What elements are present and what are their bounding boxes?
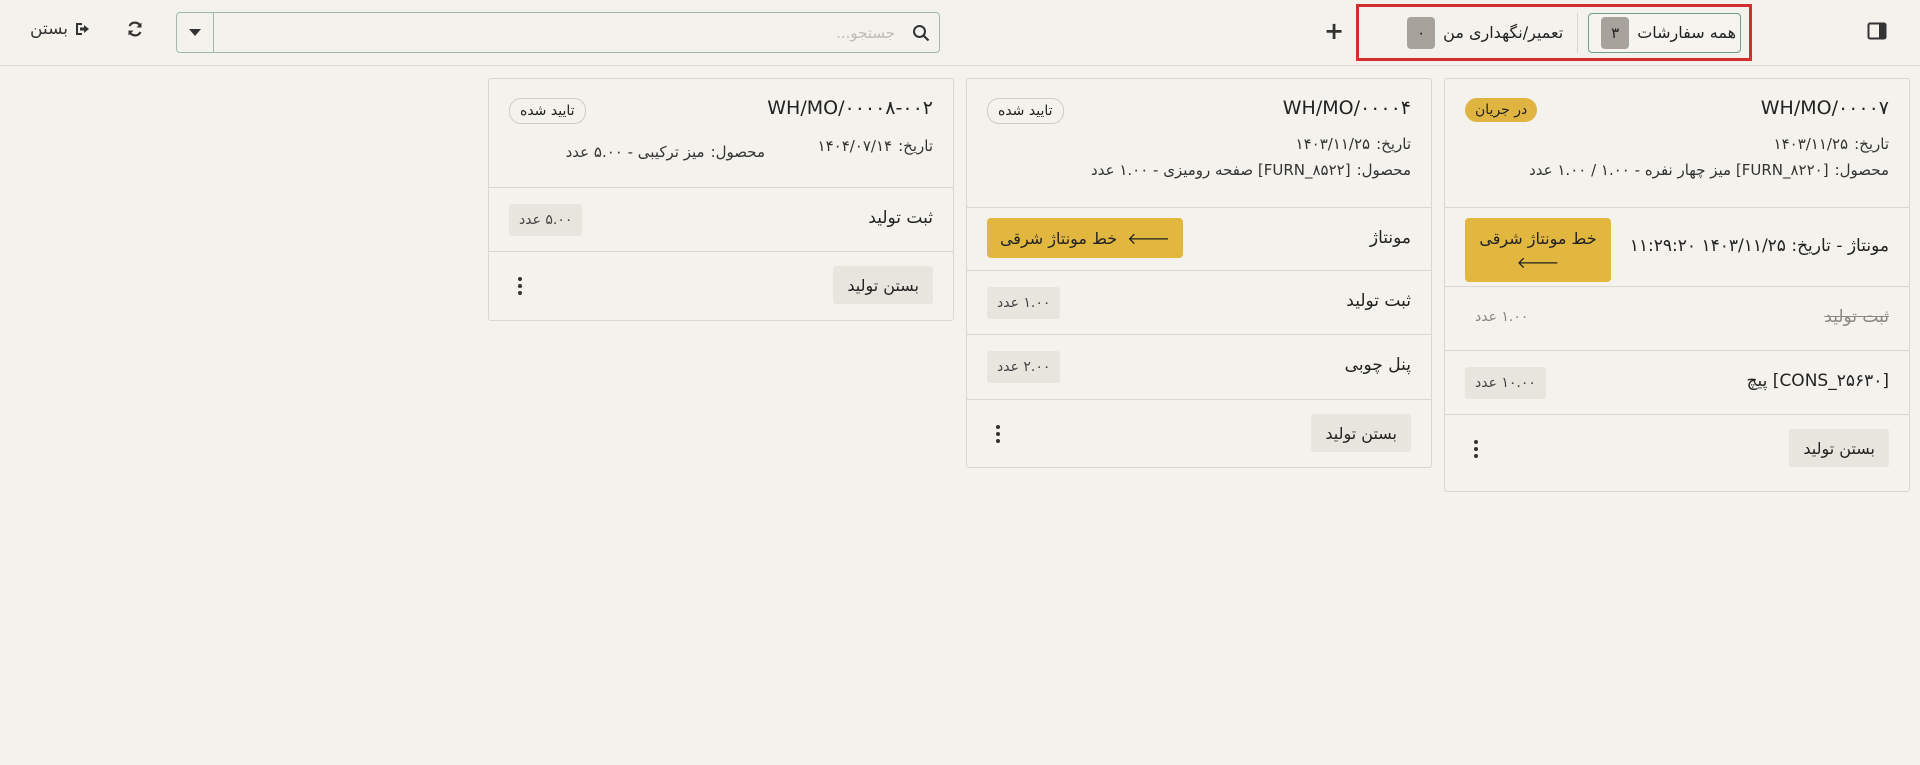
divider <box>1577 12 1579 53</box>
search-input[interactable] <box>214 13 903 52</box>
close-button[interactable]: بستن <box>30 16 94 42</box>
filter-label: همه سفارشات <box>1637 23 1736 42</box>
component-row[interactable]: ثبت تولید ۵.۰۰ عدد <box>489 188 953 252</box>
close-production-button[interactable]: بستن تولید <box>1311 414 1411 452</box>
status-badge: در جریان <box>1465 98 1538 122</box>
product-value: میز ترکیبی - ۵.۰۰ عدد <box>565 143 705 161</box>
product-line: محصول: میز ترکیبی - ۵.۰۰ عدد <box>566 143 765 161</box>
component-label: ثبت تولید <box>1346 291 1411 311</box>
operation-label: مونتاژ <box>1369 228 1411 248</box>
order-reference[interactable]: WH/MO/۰۰۰۰۴ <box>1283 97 1411 119</box>
sidebar-toggle-button[interactable] <box>1866 20 1888 42</box>
product-label: محصول: <box>710 143 765 161</box>
product-value: [FURN_۸۵۲۲] صفحه رومیزی - ۱.۰۰ عدد <box>1091 161 1351 179</box>
status-badge: تایید شده <box>509 98 586 124</box>
vertical-ellipsis-icon[interactable] <box>515 276 525 296</box>
close-production-button[interactable]: بستن تولید <box>833 266 933 304</box>
date-label: تاریخ: <box>1854 135 1889 153</box>
workcenter-label: خط مونتاژ شرقی <box>999 228 1118 248</box>
production-card: WH/MO/۰۰۰۰۴ تایید شده تاریخ: ۱۴۰۳/۱۱/۲۵ م… <box>966 78 1432 468</box>
card-header: WH/MO/۰۰۰۰۴ تایید شده تاریخ: ۱۴۰۳/۱۱/۲۵ م… <box>967 79 1431 208</box>
component-label: ثبت تولید <box>1824 307 1889 327</box>
card-footer: بستن تولید <box>967 400 1431 470</box>
order-reference[interactable]: WH/MO/۰۰۰۰۷ <box>1761 97 1889 119</box>
sign-out-icon <box>75 23 89 35</box>
date-value: ۱۴۰۴/۰۷/۱۴ <box>817 137 893 155</box>
component-qty: ۱۰.۰۰ عدد <box>1465 367 1546 399</box>
plus-icon: + <box>1323 17 1345 45</box>
top-bar: بستن + همه سفارشات ۳ تعمیر/ن <box>0 0 1920 66</box>
component-row[interactable]: پنل چوبی ۲.۰۰ عدد <box>967 335 1431 400</box>
product-value: [FURN_۸۲۲۰] میز چهار نفره - ۱.۰۰ / ۱.۰۰ … <box>1529 161 1829 179</box>
order-reference[interactable]: WH/MO/۰۰۰۰۸-۰۰۲ <box>767 97 933 119</box>
component-row[interactable]: ثبت تولید ۱.۰۰ عدد <box>967 271 1431 335</box>
product-line: محصول: [FURN_۸۲۲۰] میز چهار نفره - ۱.۰۰ /… <box>1529 161 1889 179</box>
date-value: ۱۴۰۳/۱۱/۲۵ <box>1295 135 1371 153</box>
component-qty: ۱.۰۰ عدد <box>1475 309 1529 325</box>
workcenter-label: خط مونتاژ شرقی <box>1479 228 1597 248</box>
close-production-button[interactable]: بستن تولید <box>1789 429 1889 467</box>
filter-my-maintenance[interactable]: تعمیر/نگهداری من ۰ <box>1397 13 1567 53</box>
production-card: WH/MO/۰۰۰۰۷ در جریان تاریخ: ۱۴۰۳/۱۱/۲۵ مح… <box>1444 78 1910 492</box>
date-line: تاریخ: ۱۴۰۳/۱۱/۲۵ <box>1296 135 1411 153</box>
card-header: WH/MO/۰۰۰۰۷ در جریان تاریخ: ۱۴۰۳/۱۱/۲۵ مح… <box>1445 79 1909 208</box>
filter-label: تعمیر/نگهداری من <box>1443 23 1564 42</box>
card-header: WH/MO/۰۰۰۰۸-۰۰۲ تایید شده تاریخ: ۱۴۰۴/۰۷/… <box>489 79 953 188</box>
workcenter-button[interactable]: 🡐 خط مونتاژ شرقی <box>987 218 1183 258</box>
close-label: بستن <box>30 19 68 39</box>
add-button[interactable]: + <box>1322 16 1346 46</box>
component-label: ثبت تولید <box>868 208 933 228</box>
workcenter-button[interactable]: خط مونتاژ شرقی 🡐 <box>1465 218 1611 282</box>
refresh-icon <box>128 21 142 37</box>
filter-all-orders[interactable]: همه سفارشات ۳ <box>1588 12 1741 53</box>
search-filter-dropdown[interactable] <box>177 13 214 52</box>
component-label: [CONS_۲۵۶۳۰] پیچ <box>1746 371 1889 391</box>
operation-label: مونتاژ - تاریخ: ۱۴۰۳/۱۱/۲۵ ۱۱:۲۹:۲۰ <box>1629 236 1889 256</box>
component-qty: ۵.۰۰ عدد <box>509 204 583 236</box>
filter-count: ۰ <box>1407 16 1436 49</box>
date-label: تاریخ: <box>898 137 933 155</box>
operation-row[interactable]: مونتاژ - تاریخ: ۱۴۰۳/۱۱/۲۵ ۱۱:۲۹:۲۰ خط م… <box>1445 208 1909 287</box>
component-qty: ۲.۰۰ عدد <box>987 351 1061 383</box>
search-icon <box>913 24 930 41</box>
component-row[interactable]: [CONS_۲۵۶۳۰] پیچ ۱۰.۰۰ عدد <box>1445 351 1909 415</box>
component-label: پنل چوبی <box>1344 355 1411 375</box>
vertical-ellipsis-icon[interactable] <box>1471 439 1481 459</box>
refresh-button[interactable] <box>124 16 146 42</box>
component-qty: ۱.۰۰ عدد <box>987 287 1061 319</box>
sidebar-toggle-icon <box>1867 22 1887 40</box>
date-line: تاریخ: ۱۴۰۴/۰۷/۱۴ <box>818 137 933 155</box>
date-label: تاریخ: <box>1376 135 1411 153</box>
product-label: محصول: <box>1356 161 1411 179</box>
arrow-left-icon: 🡐 <box>1516 252 1560 272</box>
vertical-ellipsis-icon[interactable] <box>993 424 1003 444</box>
product-line: محصول: [FURN_۸۵۲۲] صفحه رومیزی - ۱.۰۰ عدد <box>1091 161 1411 179</box>
card-footer: بستن تولید <box>489 252 953 322</box>
card-footer: بستن تولید <box>1445 415 1909 485</box>
search-button[interactable] <box>903 13 939 52</box>
arrow-left-icon: 🡐 <box>1127 229 1171 248</box>
caret-down-icon <box>189 28 201 36</box>
search-box <box>176 12 940 53</box>
date-line: تاریخ: ۱۴۰۳/۱۱/۲۵ <box>1774 135 1889 153</box>
component-row[interactable]: ثبت تولید ۱.۰۰ عدد <box>1445 287 1909 351</box>
filter-count: ۳ <box>1601 16 1630 49</box>
operation-row[interactable]: مونتاژ 🡐 خط مونتاژ شرقی <box>967 208 1431 271</box>
filter-group: همه سفارشات ۳ تعمیر/نگهداری من ۰ <box>1356 4 1752 61</box>
date-value: ۱۴۰۳/۱۱/۲۵ <box>1773 135 1849 153</box>
product-label: محصول: <box>1834 161 1889 179</box>
production-card: WH/MO/۰۰۰۰۸-۰۰۲ تایید شده تاریخ: ۱۴۰۴/۰۷/… <box>488 78 954 321</box>
status-badge: تایید شده <box>987 98 1064 124</box>
